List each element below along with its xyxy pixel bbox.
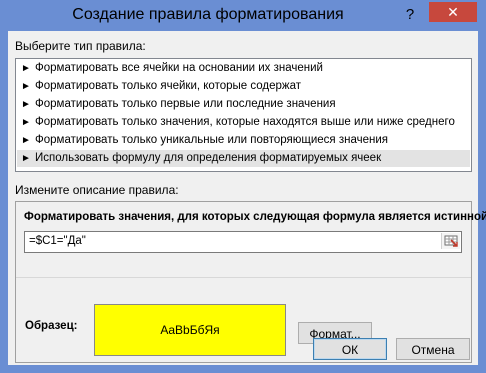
rule-type-item-label: Форматировать только первые или последни… <box>35 98 336 110</box>
rule-type-item-label: Форматировать все ячейки на основании их… <box>35 62 323 74</box>
arrow-right-icon: ► <box>21 135 31 146</box>
rule-type-label: Выберите тип правила: <box>15 39 146 53</box>
range-select-icon <box>444 235 458 247</box>
rule-description-label: Измените описание правила: <box>15 183 179 197</box>
close-icon: ✕ <box>447 4 459 20</box>
help-button[interactable]: ? <box>393 3 427 27</box>
cancel-button[interactable]: Отмена <box>396 338 470 360</box>
rule-type-item-label: Форматировать только ячейки, которые сод… <box>35 80 301 92</box>
formula-section: Форматировать значения, для которых след… <box>16 202 486 278</box>
rule-type-item-label: Форматировать только значения, которые н… <box>35 116 455 128</box>
rule-type-item-label: Использовать формулу для определения фор… <box>35 152 382 164</box>
rule-type-item[interactable]: ► Форматировать все ячейки на основании и… <box>17 60 470 77</box>
rule-type-item[interactable]: ► Форматировать только первые или последн… <box>17 96 470 113</box>
arrow-right-icon: ► <box>21 81 31 92</box>
dialog-title: Создание правила форматирования <box>72 6 344 23</box>
formula-label: Форматировать значения, для которых след… <box>24 211 486 223</box>
preview-label: Образец: <box>25 320 78 332</box>
ok-button[interactable]: ОК <box>313 338 387 360</box>
arrow-right-icon: ► <box>21 117 31 128</box>
rule-type-item-label: Форматировать только уникальные или повт… <box>35 134 388 146</box>
rule-type-item[interactable]: ► Форматировать только значения, которые … <box>17 114 470 131</box>
formula-value: =$C1="Да" <box>29 235 86 247</box>
rule-type-item[interactable]: ► Форматировать только уникальные или пов… <box>17 132 470 149</box>
dialog-body: Выберите тип правила: ► Форматировать все… <box>8 31 486 365</box>
formula-input[interactable]: =$C1="Да" <box>24 231 462 253</box>
arrow-right-icon: ► <box>21 153 31 164</box>
arrow-right-icon: ► <box>21 63 31 74</box>
range-select-button[interactable] <box>441 233 460 249</box>
dialog-window: Создание правила форматирования ? ✕ Выбе… <box>0 0 486 373</box>
rule-type-list[interactable]: ► Форматировать все ячейки на основании и… <box>15 58 472 172</box>
rule-type-item[interactable]: ► Форматировать только ячейки, которые со… <box>17 78 470 95</box>
title-bar[interactable]: Создание правила форматирования ? ✕ <box>1 1 485 31</box>
arrow-right-icon: ► <box>21 99 31 110</box>
rule-type-item-selected[interactable]: ► Использовать формулу для определения фо… <box>17 150 470 167</box>
format-preview: AaBbБбЯя <box>94 304 286 356</box>
close-button[interactable]: ✕ <box>429 2 477 22</box>
